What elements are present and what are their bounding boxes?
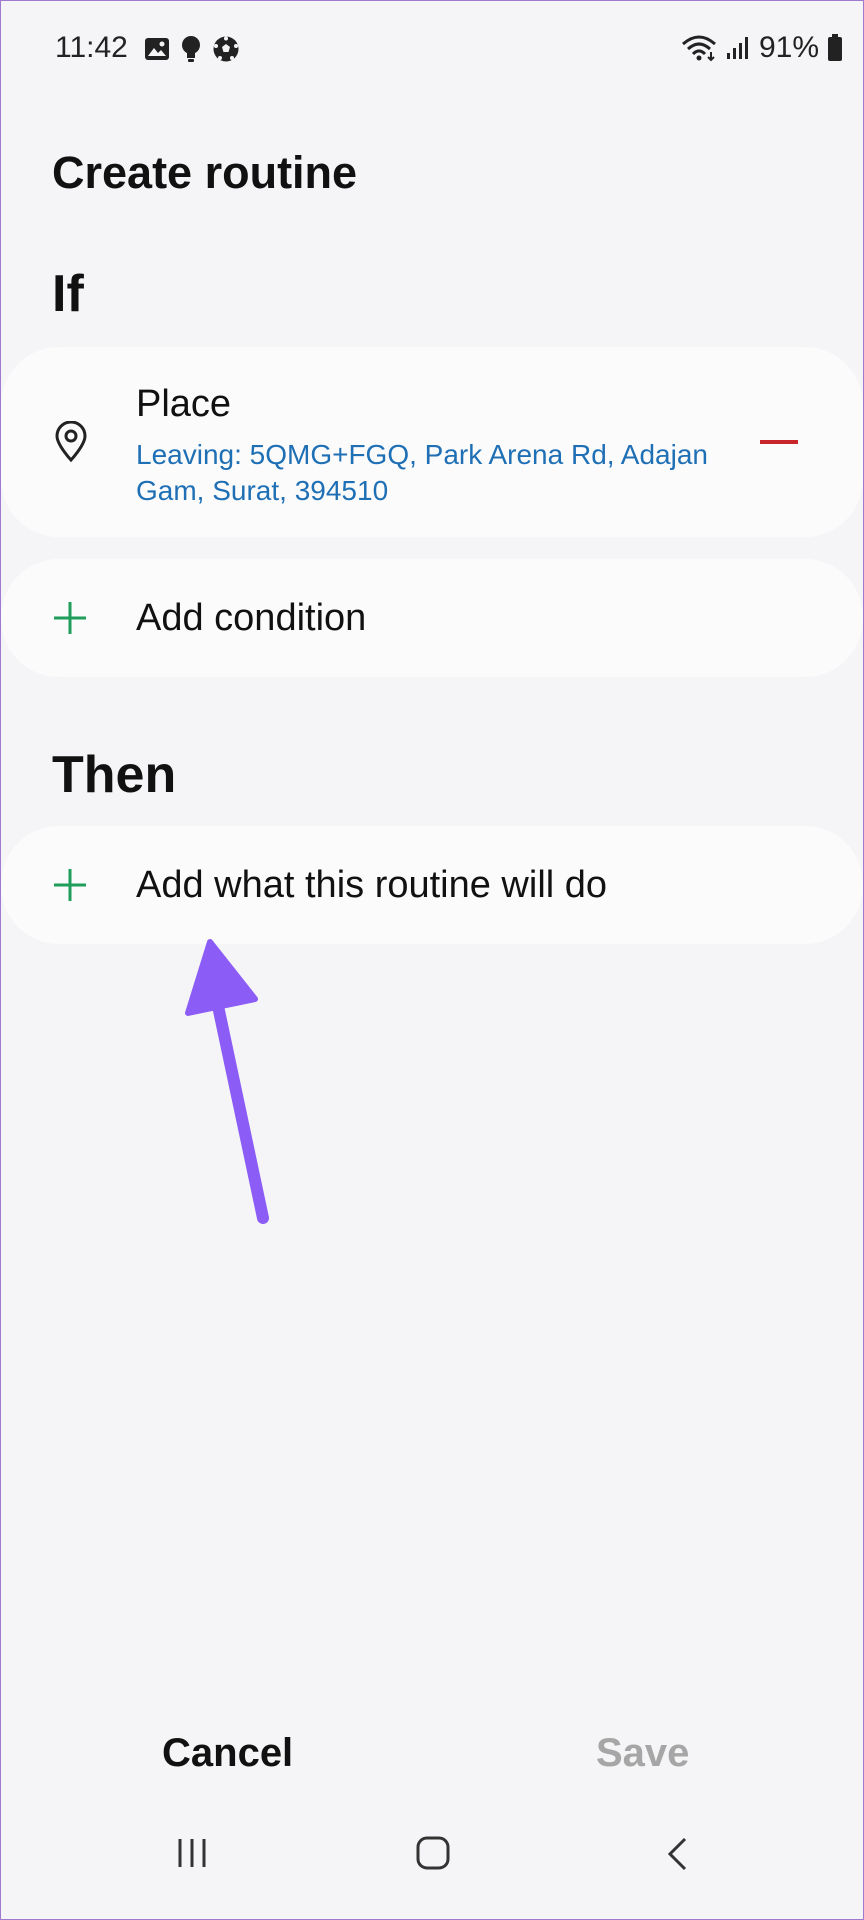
remove-condition-icon[interactable] [760, 440, 798, 444]
soccer-ball-icon [213, 36, 239, 62]
save-button[interactable]: Save [596, 1731, 689, 1776]
place-detail: Leaving: 5QMG+FGQ, Park Arena Rd, Adajan… [136, 439, 708, 506]
add-condition-label: Add condition [136, 597, 367, 639]
place-title: Place [136, 383, 232, 425]
add-action-label: Add what this routine will do [136, 864, 608, 906]
plus-icon [54, 602, 86, 634]
recent-apps-icon[interactable] [175, 1836, 209, 1870]
add-condition-button[interactable]: Add condition [1, 559, 863, 677]
signal-icon [726, 37, 748, 59]
cancel-button[interactable]: Cancel [162, 1731, 293, 1776]
status-time: 11:42 [55, 31, 128, 64]
status-bar: 11:42 91% [1, 1, 863, 101]
add-action-button[interactable]: Add what this routine will do [1, 826, 863, 944]
image-icon [145, 38, 169, 60]
location-pin-icon [55, 421, 87, 463]
place-condition-card[interactable]: Place Leaving: 5QMG+FGQ, Park Arena Rd, … [1, 347, 863, 537]
annotation-arrow-icon [185, 939, 269, 1224]
wifi-icon [681, 35, 716, 62]
status-notification-icons [144, 35, 240, 63]
back-icon[interactable] [665, 1836, 689, 1872]
navigation-bar [1, 1836, 863, 1916]
page-title: Create routine [52, 147, 358, 198]
plus-icon [54, 869, 86, 901]
battery-percentage: 91% [758, 31, 819, 64]
if-heading: If [52, 265, 84, 323]
bulb-icon [182, 36, 200, 62]
then-heading: Then [52, 746, 177, 804]
battery-icon [828, 34, 842, 61]
home-icon[interactable] [415, 1836, 451, 1870]
status-system-icons: 91% [681, 31, 843, 65]
